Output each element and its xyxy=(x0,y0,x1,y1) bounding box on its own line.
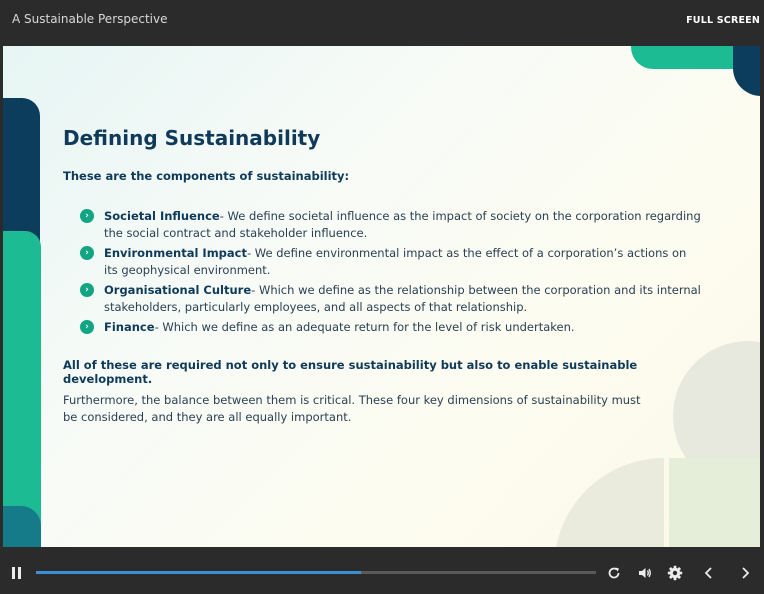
progress-bar[interactable] xyxy=(36,571,596,574)
replay-icon[interactable] xyxy=(605,564,623,582)
slide-canvas: Defining Sustainability These are the co… xyxy=(3,46,760,547)
chevron-left-icon[interactable] xyxy=(700,564,718,582)
slide-subtitle: These are the components of sustainabili… xyxy=(63,169,350,183)
list-item: › Finance- Which we define as an adequat… xyxy=(63,319,703,336)
item-term: Finance xyxy=(104,320,155,334)
chevron-circle-icon: › xyxy=(80,320,94,334)
chevron-circle-icon: › xyxy=(80,209,94,223)
component-list: › Societal Influence- We define societal… xyxy=(63,208,703,336)
item-term: Societal Influence xyxy=(104,209,220,223)
volume-icon[interactable] xyxy=(636,564,654,582)
decorative-shape xyxy=(733,46,760,96)
decorative-shape xyxy=(554,458,664,547)
slide-title: Defining Sustainability xyxy=(63,126,321,150)
slide-content: Defining Sustainability These are the co… xyxy=(63,126,703,426)
course-title: A Sustainable Perspective xyxy=(12,12,168,26)
item-text: - Which we define as an adequate return … xyxy=(154,320,575,334)
progress-fill xyxy=(36,571,361,574)
decorative-shape xyxy=(3,231,41,547)
decorative-shape xyxy=(669,458,760,547)
item-term: Environmental Impact xyxy=(104,246,247,260)
decorative-shape xyxy=(3,506,41,547)
settings-icon[interactable] xyxy=(666,564,684,582)
top-bar: A Sustainable Perspective FULL SCREEN xyxy=(0,0,764,46)
chevron-circle-icon: › xyxy=(80,283,94,297)
conclusion-text: All of these are required not only to en… xyxy=(63,358,638,386)
list-item: › Organisational Culture- Which we defin… xyxy=(63,282,703,316)
list-item: › Environmental Impact- We define enviro… xyxy=(63,245,703,279)
body-paragraph: Furthermore, the balance between them is… xyxy=(63,393,641,424)
fullscreen-button[interactable]: FULL SCREEN xyxy=(686,15,760,26)
player-control-bar xyxy=(0,553,764,594)
pause-icon[interactable] xyxy=(11,567,23,579)
item-term: Organisational Culture xyxy=(104,283,252,297)
list-item: › Societal Influence- We define societal… xyxy=(63,208,703,242)
chevron-circle-icon: › xyxy=(80,246,94,260)
chevron-right-icon[interactable] xyxy=(736,564,754,582)
